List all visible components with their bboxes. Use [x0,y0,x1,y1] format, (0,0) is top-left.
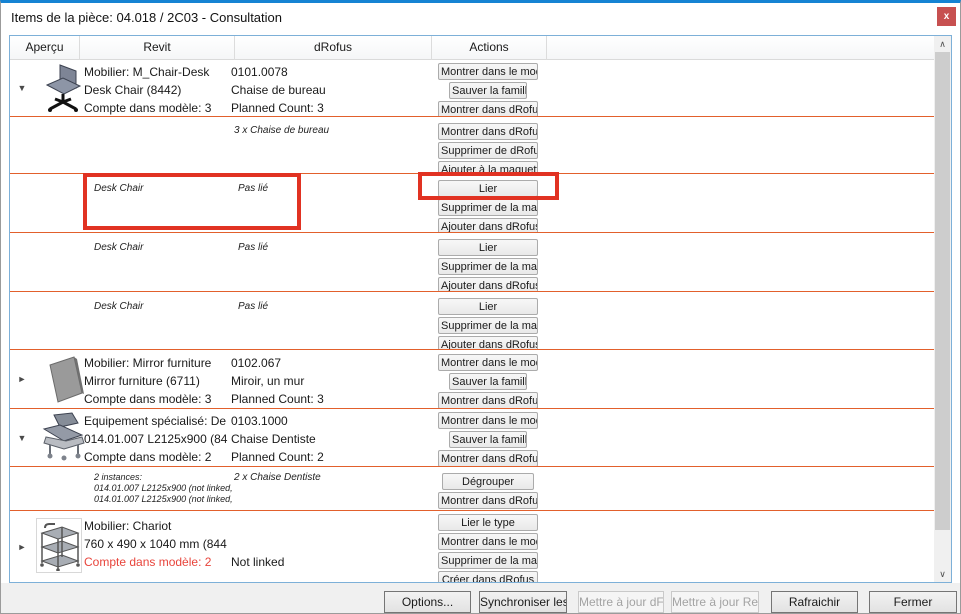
show-in-model-button[interactable]: Montrer dans le mod [438,63,538,80]
actions-cell: Lier Supprimer de la maq Ajouter dans dR… [438,239,538,292]
items-room-dialog: Items de la pièce: 04.018 / 2C03 - Consu… [0,0,961,614]
link-type-button[interactable]: Lier le type [438,514,538,531]
cart-icon [39,521,81,576]
scroll-up-icon[interactable]: ∧ [934,36,951,52]
create-in-drofus-button[interactable]: Créer dans dRofus [438,571,538,582]
table-row-mirror: ► Mobilier: Mirror furniture Mirror furn… [10,350,934,409]
revit-cell: Equipement spécialisé: De 014.01.007 L21… [84,412,232,466]
save-family-button[interactable]: Sauver la famille [449,373,527,390]
table-row-desk-chair-instance: Desk Chair Pas lié Lier Supprimer de la … [10,292,934,350]
revit-cell: 2 instances: 014.01.007 L2125x900 (not l… [94,472,254,505]
table-row-desk-chair-instance: Desk Chair Pas lié Lier Supprimer de la … [10,174,934,233]
column-header-apercu[interactable]: Aperçu [10,36,80,60]
show-in-model-button[interactable]: Montrer dans le mod [438,412,538,429]
expander-expand-icon[interactable]: ► [15,374,29,384]
items-list: Aperçu Revit dRofus Actions ▼ [10,36,934,582]
scrollbar-thumb[interactable] [935,52,950,530]
show-in-model-button[interactable]: Montrer dans le mod [438,354,538,371]
show-in-drofus-button[interactable]: Montrer dans dRofus [438,492,538,509]
actions-cell: Dégrouper Montrer dans dRofus [438,473,538,509]
remove-from-model-button[interactable]: Supprimer de la maq [438,317,538,334]
count-warning: Compte dans modèle: 2 [84,553,232,571]
vertical-scrollbar[interactable]: ∧ ∨ [934,36,951,582]
revit-cell: Desk Chair [94,301,242,313]
mirror-icon [47,355,85,409]
expander-collapse-icon[interactable]: ▼ [15,433,29,443]
actions-cell: Lier le type Montrer dans le mod Supprim… [438,514,538,582]
scroll-down-icon[interactable]: ∨ [934,566,951,582]
synchronize-button[interactable]: Synchroniser les [479,591,567,613]
drofus-cell: Pas lié [238,183,440,195]
show-in-drofus-button[interactable]: Montrer dans dRofus [438,450,538,467]
column-header-drofus[interactable]: dRofus [235,36,432,60]
expander-expand-icon[interactable]: ► [15,542,29,552]
expander-collapse-icon[interactable]: ▼ [15,83,29,93]
update-revit-button: Mettre à jour Re [671,591,759,613]
actions-cell: Lier Supprimer de la maq Ajouter dans dR… [438,298,538,350]
show-in-model-button[interactable]: Montrer dans le mod [438,533,538,550]
actions-cell: Lier Supprimer de la maq Ajouter dans dR… [438,180,538,233]
options-button[interactable]: Options... [384,591,471,613]
items-list-panel: Aperçu Revit dRofus Actions ▼ [9,35,952,583]
revit-cell: Desk Chair [94,242,242,254]
remove-from-model-button[interactable]: Supprimer de la maq [438,552,538,569]
close-icon[interactable]: x [937,7,956,26]
ungroup-button[interactable]: Dégrouper [442,473,534,490]
refresh-button[interactable]: Rafraichir [771,591,858,613]
list-header: Aperçu Revit dRofus Actions [10,36,934,60]
actions-cell: Montrer dans le mod Sauver la famille Mo… [438,354,538,409]
remove-from-model-button[interactable]: Supprimer de la maq [438,258,538,275]
revit-cell: Mobilier: Mirror furniture Mirror furnit… [84,354,232,408]
actions-cell: Montrer dans le mod Sauver la famille Mo… [438,412,538,467]
drofus-cell: 0102.067 Miroir, un mur Planned Count: 3 [231,354,433,408]
column-header-revit[interactable]: Revit [80,36,235,60]
update-drofus-button: Mettre à jour dF [578,591,664,613]
drofus-cell: 0101.0078 Chaise de bureau Planned Count… [231,63,433,117]
desk-chair-icon [40,63,88,117]
link-button[interactable]: Lier [438,298,538,315]
add-in-drofus-button[interactable]: Ajouter dans dRofus [438,277,538,292]
table-row-desk-chair-instance: Desk Chair Pas lié Lier Supprimer de la … [10,233,934,292]
show-in-drofus-button[interactable]: Montrer dans dRofus [438,101,538,117]
revit-cell: Mobilier: Chariot 760 x 490 x 1040 mm (8… [84,517,232,571]
table-row-chaise-bureau-group: 3 x Chaise de bureau Montrer dans dRofus… [10,117,934,174]
show-in-drofus-button[interactable]: Montrer dans dRofus [438,392,538,409]
add-to-model-button[interactable]: Ajouter à la maquette [438,161,538,174]
title-bar: Items de la pièce: 04.018 / 2C03 - Consu… [1,3,960,33]
table-row-desk-chair: ▼ Mobilier: M_Chair-Desk De [10,60,934,117]
link-button[interactable]: Lier [438,180,538,197]
table-row-dentist-chair: ▼ Equipement spécialisé: De 014.01.007 L [10,409,934,467]
column-header-actions[interactable]: Actions [432,36,547,60]
save-family-button[interactable]: Sauver la famille [449,82,527,99]
drofus-cell: Pas lié [238,242,440,254]
drofus-cell: 3 x Chaise de bureau [234,125,436,137]
add-in-drofus-button[interactable]: Ajouter dans dRofus [438,336,538,350]
remove-from-drofus-button[interactable]: Supprimer de dRofus [438,142,538,159]
table-row-dentist-instances: 2 instances: 014.01.007 L2125x900 (not l… [10,467,934,511]
drofus-cell: 0103.1000 Chaise Dentiste Planned Count:… [231,412,433,466]
close-button[interactable]: Fermer [869,591,957,613]
dialog-title: Items de la pièce: 04.018 / 2C03 - Consu… [11,10,282,25]
drofus-cell: 2 x Chaise Dentiste [234,472,436,484]
actions-cell: Montrer dans le mod Sauver la famille Mo… [438,63,538,117]
actions-cell: Montrer dans dRofus Supprimer de dRofus … [438,123,538,174]
link-button[interactable]: Lier [438,239,538,256]
add-in-drofus-button[interactable]: Ajouter dans dRofus [438,218,538,233]
save-family-button[interactable]: Sauver la famille [449,431,527,448]
revit-cell: Desk Chair [94,183,242,195]
drofus-cell: Not linked [231,553,433,571]
footer-bar: Options... Synchroniser les Mettre à jou… [1,583,960,614]
remove-from-model-button[interactable]: Supprimer de la maq [438,199,538,216]
show-in-drofus-button[interactable]: Montrer dans dRofus [438,123,538,140]
table-row-cart: ► [10,511,934,582]
drofus-cell: Pas lié [238,301,440,313]
revit-cell: Mobilier: M_Chair-Desk Desk Chair (8442)… [84,63,232,117]
